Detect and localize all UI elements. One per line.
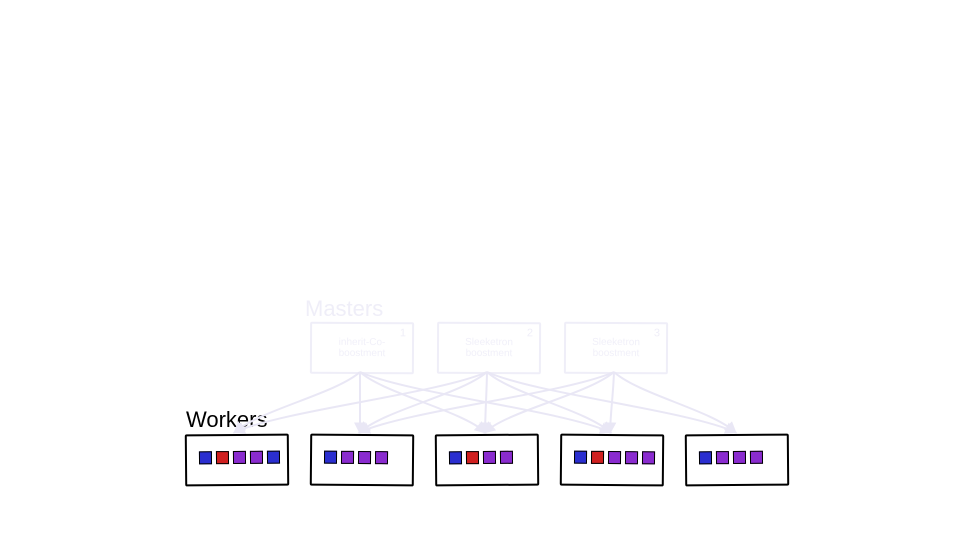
worker-cell (591, 451, 604, 464)
workers-label: Workers (186, 407, 268, 433)
worker-box (685, 434, 789, 487)
worker-cell (216, 451, 229, 464)
arrow (360, 372, 610, 432)
worker-cell (199, 451, 212, 464)
worker-cell (574, 451, 587, 464)
worker-cell (699, 451, 712, 464)
worker-cell (267, 451, 280, 464)
master-box-text: Sleeketron boostment (566, 337, 666, 360)
arrow (487, 372, 610, 432)
arrow (610, 372, 614, 432)
worker-cells (574, 451, 655, 465)
worker-cell (375, 451, 388, 464)
worker-cell (341, 451, 354, 464)
master-box: 3Sleeketron boostment (564, 322, 668, 375)
worker-cell (500, 451, 513, 464)
arrow (487, 372, 735, 432)
worker-cell (716, 451, 729, 464)
worker-box (185, 434, 289, 487)
worker-cell (750, 451, 763, 464)
master-box-text: inherit-Co- boostment (312, 337, 412, 360)
worker-cell (625, 451, 638, 464)
worker-cell (233, 451, 246, 464)
diagram-stage: Masters Workers 1inherit-Co- boostment 2S… (0, 0, 960, 540)
worker-cells (449, 451, 513, 465)
worker-cell (250, 451, 263, 464)
worker-cell (449, 451, 462, 464)
worker-box (560, 434, 664, 487)
worker-cell (642, 451, 655, 464)
worker-cells (324, 451, 388, 465)
worker-cells (199, 451, 280, 465)
worker-cell (324, 451, 337, 464)
arrow (485, 372, 614, 432)
master-box-text: Sleeketron boostment (439, 337, 539, 360)
worker-cell (483, 451, 496, 464)
master-box: 2Sleeketron boostment (437, 322, 541, 375)
worker-cell (733, 451, 746, 464)
worker-box (310, 434, 414, 487)
worker-cell (466, 451, 479, 464)
worker-cell (608, 451, 621, 464)
worker-cells (699, 451, 763, 465)
arrow (360, 372, 487, 432)
worker-cell (358, 451, 371, 464)
arrow (614, 372, 735, 432)
arrow (235, 372, 487, 432)
arrow (485, 372, 487, 432)
masters-label: Masters (305, 296, 383, 322)
worker-box (435, 434, 539, 487)
arrow (360, 372, 614, 432)
arrow (360, 372, 485, 432)
master-box: 1inherit-Co- boostment (310, 322, 414, 375)
